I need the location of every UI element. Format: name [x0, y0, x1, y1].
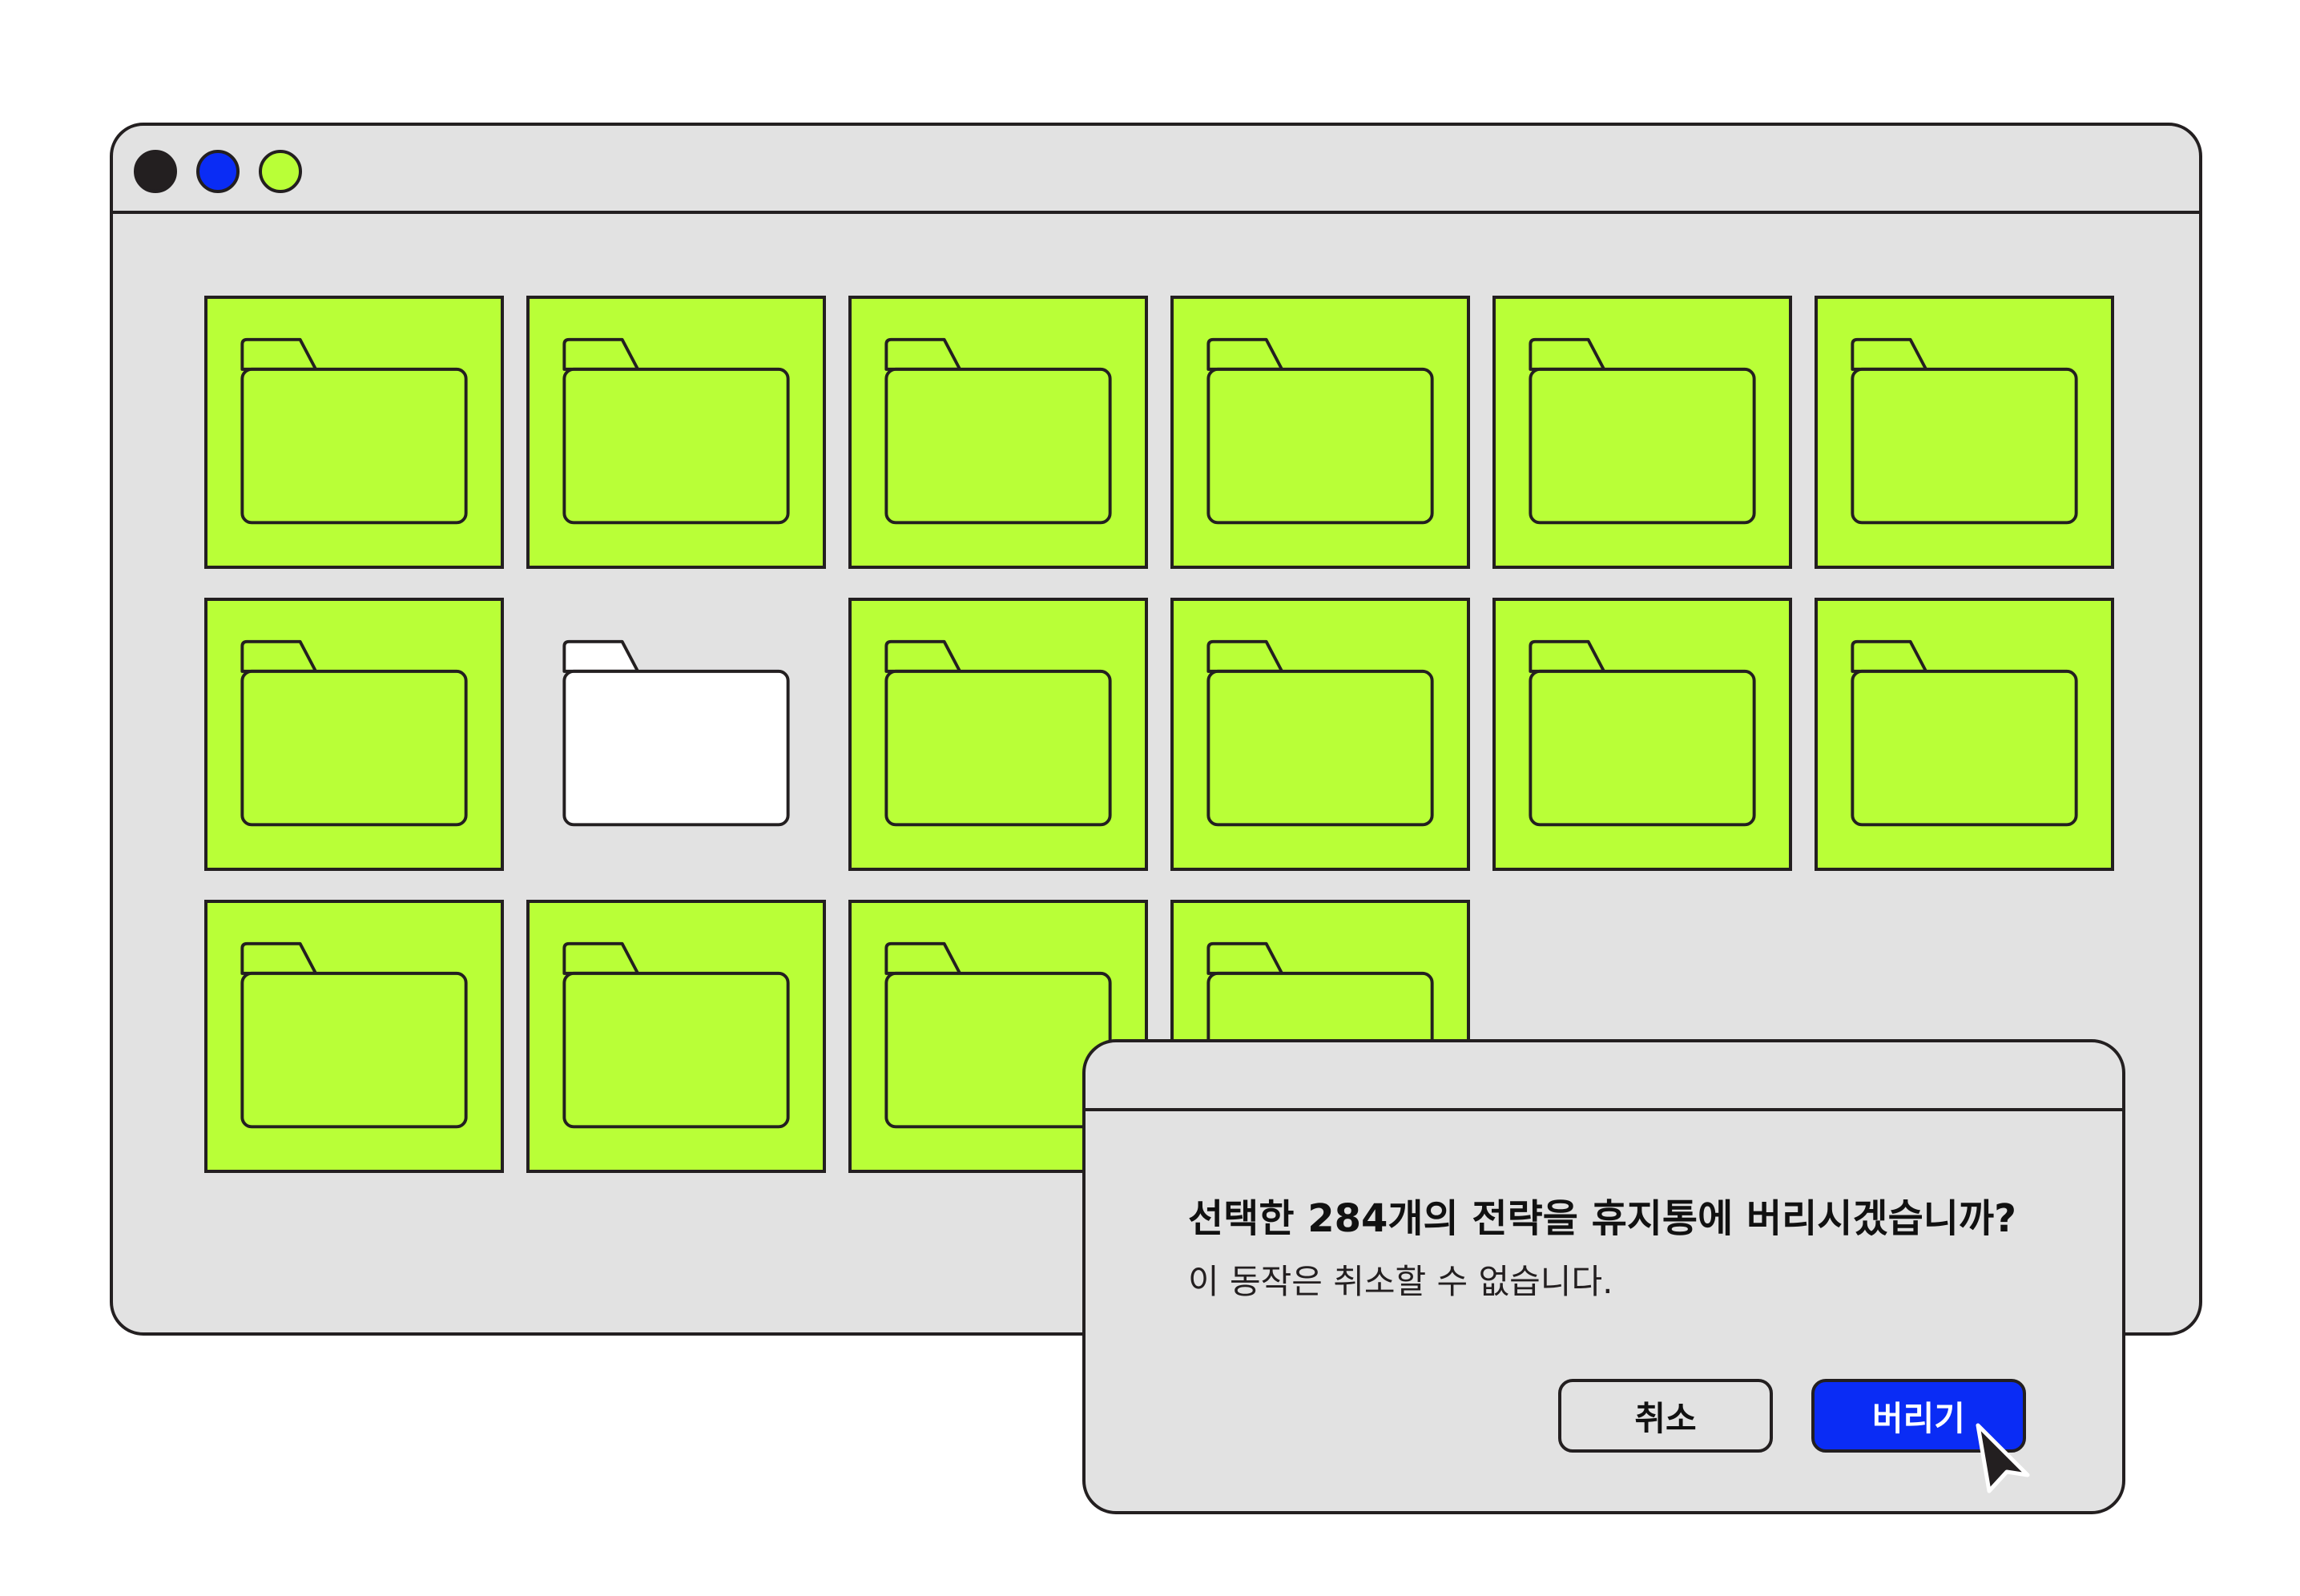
folder-icon: [240, 639, 468, 827]
illustration-stage: 선택한 284개의 전략을 휴지통에 버리시겠습니까? 이 동작은 취소할 수 …: [0, 0, 2300, 1596]
folder-icon: [884, 337, 1112, 525]
folder-tile[interactable]: [1815, 598, 2114, 871]
folder-tile[interactable]: [526, 598, 826, 871]
mouse-pointer-icon: [1976, 1423, 2030, 1493]
folder-icon: [1529, 639, 1756, 827]
folder-icon: [1851, 337, 2078, 525]
dialog-message: 이 동작은 취소할 수 없습니다.: [1188, 1262, 1613, 1301]
folder-icon: [240, 941, 468, 1129]
folder-icon: [1529, 337, 1756, 525]
folder-icon: [1851, 639, 2078, 827]
folder-icon: [562, 337, 790, 525]
folder-icon: [884, 639, 1112, 827]
window-titlebar: [113, 126, 2199, 214]
dialog-title: 선택한 284개의 전략을 휴지통에 버리시겠습니까?: [1188, 1196, 2016, 1241]
folder-tile[interactable]: [204, 598, 504, 871]
folder-tile[interactable]: [1170, 598, 1470, 871]
folder-icon: [1206, 639, 1434, 827]
maximize-window-button[interactable]: [259, 150, 302, 193]
folder-tile[interactable]: [1492, 598, 1792, 871]
folder-tile[interactable]: [1815, 296, 2114, 569]
folder-icon: [1206, 337, 1434, 525]
folder-icon: [562, 639, 790, 827]
folder-tile[interactable]: [848, 296, 1148, 569]
folder-tile[interactable]: [204, 900, 504, 1173]
folder-tile[interactable]: [204, 296, 504, 569]
folder-tile[interactable]: [848, 598, 1148, 871]
cancel-button[interactable]: 취소: [1558, 1379, 1773, 1453]
folder-icon: [562, 941, 790, 1129]
dialog-titlebar: [1086, 1042, 2122, 1111]
folder-tile[interactable]: [526, 900, 826, 1173]
confirm-trash-dialog: 선택한 284개의 전략을 휴지통에 버리시겠습니까? 이 동작은 취소할 수 …: [1082, 1039, 2125, 1514]
folder-tile[interactable]: [526, 296, 826, 569]
folder-icon: [240, 337, 468, 525]
folder-tile[interactable]: [1170, 296, 1470, 569]
folder-tile[interactable]: [1492, 296, 1792, 569]
minimize-window-button[interactable]: [196, 150, 240, 193]
close-window-button[interactable]: [134, 150, 177, 193]
